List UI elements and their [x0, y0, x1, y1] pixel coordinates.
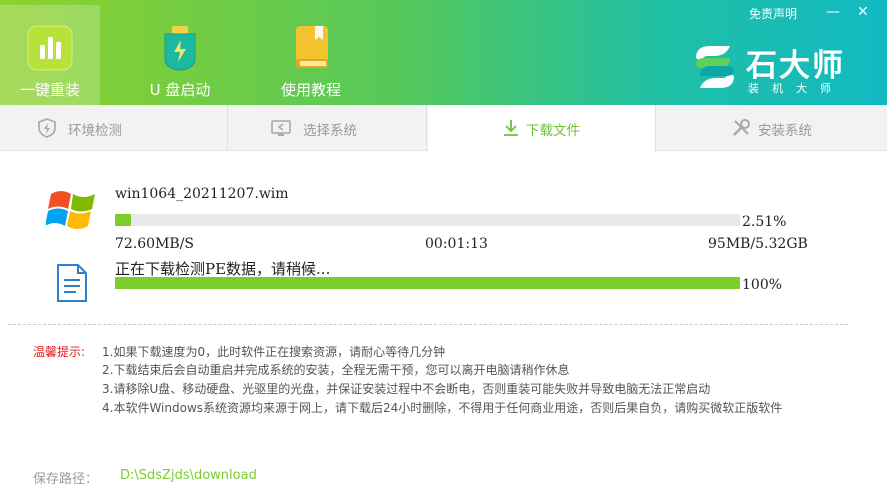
minimize-button[interactable]: — [826, 4, 840, 20]
step-label: 下载文件 [526, 123, 580, 139]
shield-icon [37, 118, 57, 138]
file-name: win1064_20211207.wim [115, 186, 289, 202]
status-progress-percent: 100% [742, 277, 783, 293]
step-label: 选择系统 [303, 123, 357, 139]
brand-name: 石大师 [746, 48, 845, 84]
bar-chart-icon [27, 25, 73, 71]
document-icon [55, 263, 89, 303]
app-header: 一键重装 U 盘启动 使用教程 免责声明 — ✕ 石大师 装机大师 [0, 0, 887, 105]
tip-item: 4.本软件Windows系统资源均来源于网上，请下载后24小时删除，不得用于任何… [102, 401, 783, 415]
nav-label: 一键重装 [19, 81, 80, 99]
elapsed-time: 00:01:13 [425, 236, 488, 252]
file-progress-percent: 2.51% [742, 214, 787, 230]
download-icon [501, 118, 521, 138]
tip-item: 2.下载结束后会自动重启并完成系统的安装，全程无需干预，您可以离开电脑请稍作休息 [102, 363, 570, 377]
brand-subtitle: 装机大师 [748, 82, 844, 95]
download-speed: 72.60MB/S [115, 236, 195, 252]
disclaimer-link[interactable]: 免责声明 [749, 5, 797, 22]
step-install-system: 安装系统 [657, 105, 887, 151]
nav-label: 使用教程 [280, 81, 341, 99]
nav-label: U 盘启动 [149, 81, 211, 99]
tools-icon [731, 118, 751, 138]
status-text: 正在下载检测PE数据，请稍候... [115, 260, 331, 278]
step-tabs: 环境检测 选择系统 下载文件 安装系统 [0, 105, 887, 152]
monitor-icon [271, 118, 291, 138]
close-button[interactable]: ✕ [857, 4, 869, 20]
nav-one-click-reinstall[interactable]: 一键重装 [0, 5, 100, 105]
book-icon [288, 25, 334, 71]
step-label: 环境检测 [68, 123, 122, 139]
tip-item: 3.请移除U盘、移动硬盘、光驱里的光盘，并保证安装过程中不会断电，否则重装可能失… [102, 382, 711, 396]
download-size: 95MB/5.32GB [708, 236, 808, 252]
step-download-files: 下载文件 [428, 105, 656, 152]
file-progress-bar [115, 214, 740, 226]
tips-label: 温馨提示: [33, 345, 86, 359]
brand-logo-icon [688, 40, 742, 94]
file-progress-fill [115, 214, 131, 226]
status-progress-fill [115, 277, 740, 289]
step-environment-check: 环境检测 [0, 105, 228, 151]
nav-tutorial[interactable]: 使用教程 [261, 5, 361, 105]
tip-item: 1.如果下载速度为0，此时软件正在搜索资源，请耐心等待几分钟 [102, 345, 446, 359]
step-select-system: 选择系统 [199, 105, 427, 151]
step-label: 安装系统 [758, 123, 812, 139]
nav-usb-boot[interactable]: U 盘启动 [130, 5, 230, 105]
save-path-label: 保存路径： [33, 472, 99, 487]
status-progress-bar [115, 277, 740, 289]
windows-logo-icon [45, 188, 98, 232]
divider [8, 324, 848, 325]
save-path-link[interactable]: D:\SdsZjds\download [120, 468, 257, 483]
usb-drive-icon [157, 25, 203, 71]
